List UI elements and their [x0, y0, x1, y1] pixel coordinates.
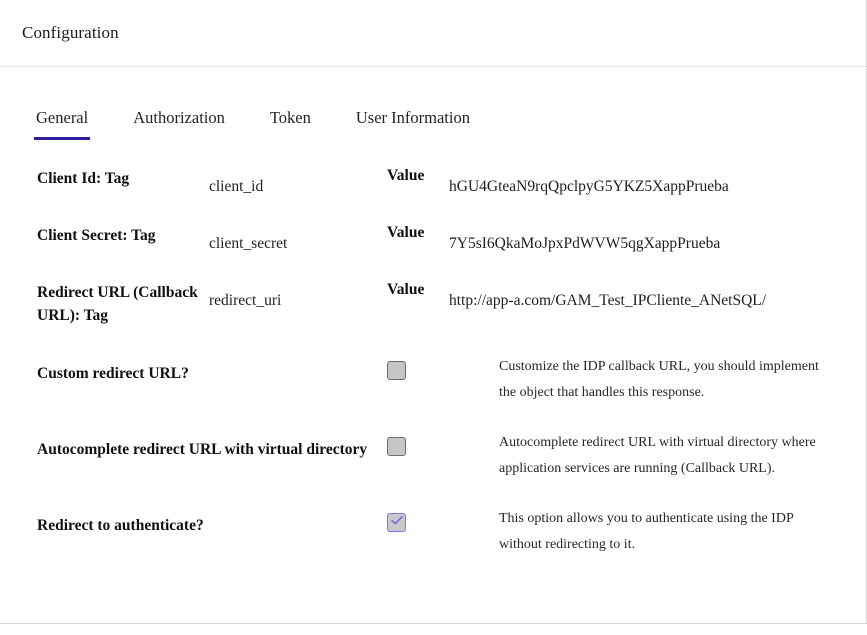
client-secret-tag-value[interactable]: client_secret	[209, 223, 387, 253]
autocomplete-redirect-url-checkbox[interactable]	[387, 437, 406, 456]
redirect-url-label: Redirect URL (Callback URL): Tag	[37, 284, 198, 324]
tab-general[interactable]: General	[33, 108, 91, 140]
client-secret-value-label: Value	[387, 224, 425, 241]
client-id-value[interactable]: hGU4GteaN9rqQpclpyG5YKZ5XappPrueba	[449, 166, 866, 196]
redirect-to-authenticate-checkbox-cell	[387, 506, 499, 532]
general-tab-panel: Client Id: Tag client_id Value hGU4GteaN…	[0, 140, 866, 558]
custom-redirect-url-checkbox[interactable]	[387, 361, 406, 380]
tab-user-information[interactable]: User Information	[356, 108, 470, 140]
client-id-value-label: Value	[387, 167, 425, 184]
autocomplete-redirect-url-checkbox-cell	[387, 430, 499, 456]
autocomplete-redirect-url-help: Autocomplete redirect URL with virtual d…	[499, 435, 816, 476]
redirect-to-authenticate-help: This option allows you to authenticate u…	[499, 511, 794, 552]
check-icon	[391, 516, 403, 525]
card-header: Configuration	[0, 0, 866, 67]
autocomplete-redirect-url-label: Autocomplete redirect URL with virtual d…	[37, 441, 368, 458]
redirect-url-value[interactable]: http://app-a.com/GAM_Test_IPCliente_ANet…	[449, 280, 866, 310]
client-id-label: Client Id: Tag	[37, 170, 130, 187]
redirect-to-authenticate-checkbox[interactable]	[387, 513, 406, 532]
option-row-redirect-to-authenticate: Redirect to authenticate? This option al…	[0, 506, 866, 558]
field-row-client-id: Client Id: Tag client_id Value hGU4GteaN…	[0, 166, 866, 196]
redirect-to-authenticate-label: Redirect to authenticate?	[37, 517, 204, 534]
configuration-card: Configuration General Authorization Toke…	[0, 0, 867, 624]
custom-redirect-url-help: Customize the IDP callback URL, you shou…	[499, 359, 819, 400]
client-id-tag-value[interactable]: client_id	[209, 166, 387, 196]
tab-bar: General Authorization Token User Informa…	[0, 67, 866, 140]
field-row-client-secret: Client Secret: Tag client_secret Value 7…	[0, 223, 866, 253]
option-row-autocomplete-redirect-url: Autocomplete redirect URL with virtual d…	[0, 430, 866, 482]
custom-redirect-url-checkbox-cell	[387, 354, 499, 380]
field-row-redirect-url: Redirect URL (Callback URL): Tag redirec…	[0, 280, 866, 327]
client-secret-label: Client Secret: Tag	[37, 227, 156, 244]
redirect-url-tag-value[interactable]: redirect_uri	[209, 280, 387, 310]
page-title: Configuration	[22, 23, 119, 42]
tab-token[interactable]: Token	[270, 108, 311, 140]
redirect-url-value-label: Value	[387, 281, 425, 298]
custom-redirect-url-label: Custom redirect URL?	[37, 365, 189, 382]
client-secret-value[interactable]: 7Y5sI6QkaMoJpxPdWVW5qgXappPrueba	[449, 223, 866, 253]
option-row-custom-redirect-url: Custom redirect URL? Customize the IDP c…	[0, 354, 866, 406]
tab-authorization[interactable]: Authorization	[133, 108, 225, 140]
